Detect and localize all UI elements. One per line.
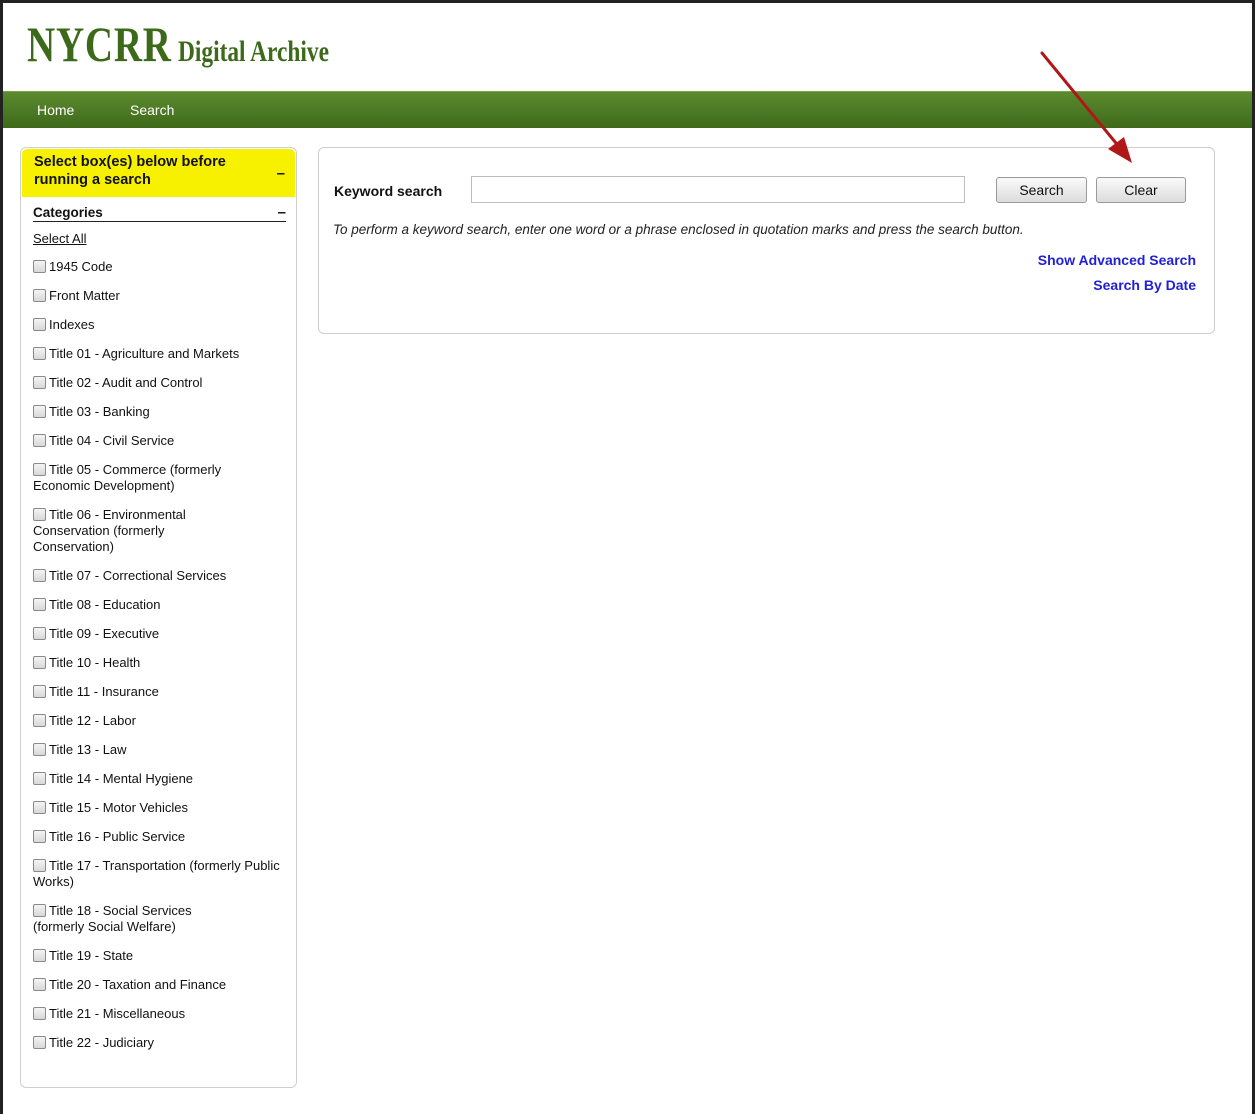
category-checkbox[interactable] (33, 347, 46, 360)
category-label: Title 03 - Banking (49, 404, 150, 419)
category-checkbox[interactable] (33, 508, 46, 521)
category-checkbox[interactable] (33, 978, 46, 991)
category-label: Title 05 - Commerce (formerly Economic D… (33, 462, 222, 493)
category-label: Title 19 - State (49, 948, 134, 963)
category-label: Title 07 - Correctional Services (49, 568, 227, 583)
category-label: Title 16 - Public Service (49, 829, 186, 844)
category-checkbox[interactable] (33, 714, 46, 727)
category-label: Title 09 - Executive (49, 626, 160, 641)
category-label: Title 06 - Environmental Conservation (f… (33, 507, 186, 554)
category-checkbox[interactable] (33, 463, 46, 476)
category-label: Title 18 - Social Services (formerly Soc… (33, 903, 192, 934)
category-label: Title 17 - Transportation (formerly Publ… (33, 858, 280, 889)
category-label: Indexes (49, 317, 95, 332)
categories-heading: Categories – (33, 204, 286, 222)
category-item[interactable]: Title 13 - Law (33, 742, 295, 758)
category-item[interactable]: Title 07 - Correctional Services (33, 568, 295, 584)
category-item[interactable]: Title 06 - Environmental Conservation (f… (33, 507, 233, 555)
category-list: 1945 Code Front Matter Indexes Title 01 … (33, 256, 295, 1051)
search-panel: Keyword search Search Clear To perform a… (318, 147, 1215, 334)
category-label: 1945 Code (49, 259, 113, 274)
category-checkbox[interactable] (33, 260, 46, 273)
search-by-date-link[interactable]: Search By Date (1093, 277, 1196, 293)
category-checkbox[interactable] (33, 627, 46, 640)
keyword-search-label: Keyword search (334, 183, 443, 199)
category-checkbox[interactable] (33, 598, 46, 611)
category-item[interactable]: Title 21 - Miscellaneous (33, 1006, 295, 1022)
notice-collapse-button[interactable]: – (277, 165, 285, 183)
category-item[interactable]: Title 05 - Commerce (formerly Economic D… (33, 462, 273, 494)
category-item[interactable]: Title 03 - Banking (33, 404, 295, 420)
category-checkbox[interactable] (33, 569, 46, 582)
category-item[interactable]: 1945 Code (33, 259, 295, 275)
category-item[interactable]: Title 18 - Social Services (formerly Soc… (33, 903, 233, 935)
keyword-search-input[interactable] (471, 176, 965, 203)
category-checkbox[interactable] (33, 656, 46, 669)
category-item[interactable]: Title 17 - Transportation (formerly Publ… (33, 858, 295, 890)
category-item[interactable]: Title 19 - State (33, 948, 295, 964)
category-checkbox[interactable] (33, 801, 46, 814)
logo-sub-text: Digital Archive (177, 35, 329, 68)
category-label: Title 10 - Health (49, 655, 141, 670)
category-item[interactable]: Title 02 - Audit and Control (33, 375, 295, 391)
category-item[interactable]: Front Matter (33, 288, 295, 304)
category-checkbox[interactable] (33, 772, 46, 785)
category-label: Title 13 - Law (49, 742, 127, 757)
select-notice: Select box(es) below before running a se… (22, 149, 295, 197)
category-item[interactable]: Title 14 - Mental Hygiene (33, 771, 295, 787)
category-item[interactable]: Title 16 - Public Service (33, 829, 295, 845)
category-item[interactable]: Title 15 - Motor Vehicles (33, 800, 295, 816)
category-item[interactable]: Title 22 - Judiciary (33, 1035, 295, 1051)
category-label: Title 02 - Audit and Control (49, 375, 203, 390)
nav-search[interactable]: Search (130, 102, 174, 118)
clear-button[interactable]: Clear (1096, 177, 1186, 203)
category-label: Title 22 - Judiciary (49, 1035, 154, 1050)
annotation-arrow-icon (1040, 51, 1132, 163)
select-all-link[interactable]: Select All (33, 231, 86, 246)
category-item[interactable]: Title 04 - Civil Service (33, 433, 295, 449)
logo-main-text: NYCRR (27, 16, 172, 72)
category-label: Title 20 - Taxation and Finance (49, 977, 227, 992)
category-checkbox[interactable] (33, 1036, 46, 1049)
category-item[interactable]: Title 12 - Labor (33, 713, 295, 729)
category-checkbox[interactable] (33, 859, 46, 872)
category-checkbox[interactable] (33, 904, 46, 917)
category-checkbox[interactable] (33, 376, 46, 389)
nav-home[interactable]: Home (37, 102, 74, 118)
category-item[interactable]: Title 11 - Insurance (33, 684, 295, 700)
category-checkbox[interactable] (33, 318, 46, 331)
category-label: Title 04 - Civil Service (49, 433, 175, 448)
categories-collapse-button[interactable]: – (278, 204, 286, 221)
category-checkbox[interactable] (33, 405, 46, 418)
category-item[interactable]: Title 01 - Agriculture and Markets (33, 346, 295, 362)
categories-heading-text: Categories (33, 205, 103, 220)
category-item[interactable]: Indexes (33, 317, 295, 333)
category-label: Front Matter (49, 288, 120, 303)
category-checkbox[interactable] (33, 830, 46, 843)
site-logo[interactable]: NYCRR Digital Archive (27, 15, 329, 73)
category-checkbox[interactable] (33, 685, 46, 698)
category-item[interactable]: Title 20 - Taxation and Finance (33, 977, 295, 993)
category-sidebar: Select box(es) below before running a se… (20, 147, 297, 1088)
category-label: Title 12 - Labor (49, 713, 136, 728)
category-label: Title 08 - Education (49, 597, 161, 612)
category-item[interactable]: Title 08 - Education (33, 597, 295, 613)
show-advanced-search-link[interactable]: Show Advanced Search (1038, 252, 1196, 268)
category-label: Title 11 - Insurance (49, 684, 159, 699)
category-label: Title 21 - Miscellaneous (49, 1006, 186, 1021)
category-item[interactable]: Title 10 - Health (33, 655, 295, 671)
search-button[interactable]: Search (996, 177, 1087, 203)
category-label: Title 15 - Motor Vehicles (49, 800, 188, 815)
select-notice-text: Select box(es) below before running a se… (34, 154, 226, 188)
category-checkbox[interactable] (33, 743, 46, 756)
category-checkbox[interactable] (33, 949, 46, 962)
category-label: Title 14 - Mental Hygiene (49, 771, 194, 786)
category-item[interactable]: Title 09 - Executive (33, 626, 295, 642)
category-checkbox[interactable] (33, 289, 46, 302)
category-label: Title 01 - Agriculture and Markets (49, 346, 240, 361)
search-instructions: To perform a keyword search, enter one w… (333, 222, 1024, 237)
category-checkbox[interactable] (33, 434, 46, 447)
category-checkbox[interactable] (33, 1007, 46, 1020)
